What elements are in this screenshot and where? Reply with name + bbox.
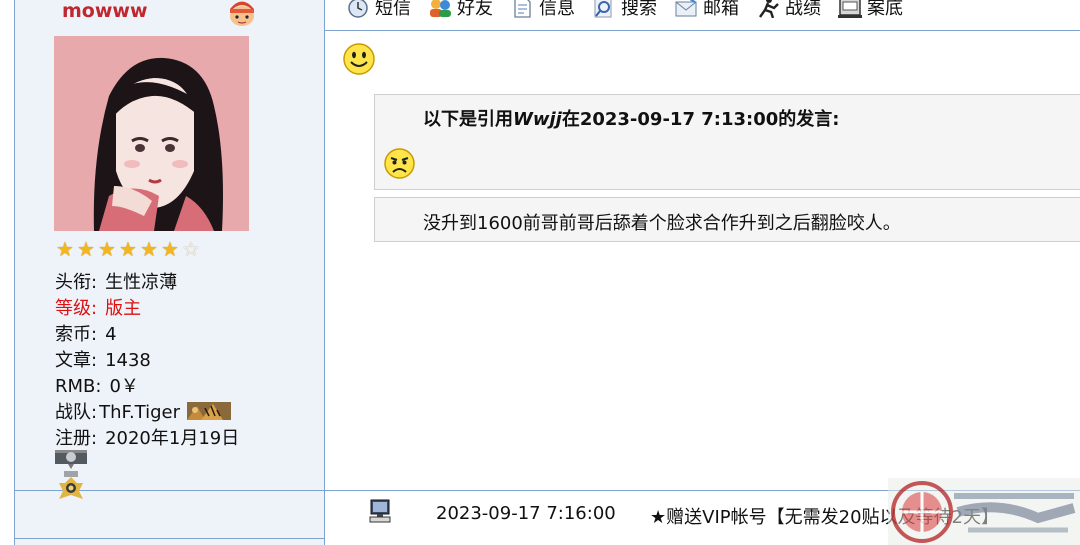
user-rank-stars: ★ ★ ★ ★ ★ ★ ☆ — [55, 239, 201, 259]
toolbar-friends-button[interactable]: 好友 — [427, 0, 493, 20]
record-icon — [759, 0, 779, 18]
search-icon — [594, 0, 612, 18]
user-rmb-row: RMB: 0￥ — [55, 376, 139, 397]
friends-icon — [430, 0, 451, 17]
toolbar-mail-button[interactable]: 邮箱 — [673, 0, 739, 20]
online-status-icon — [230, 1, 254, 26]
user-team-row: 战队: ThF.Tiger — [55, 398, 231, 424]
table-border-left — [14, 0, 15, 545]
toolbar-message-button[interactable]: 短信 — [345, 0, 411, 20]
info-icon — [514, 0, 531, 18]
table-border-middle — [324, 0, 325, 545]
star-filled-icon: ★ — [98, 237, 116, 261]
mail-icon — [675, 0, 697, 17]
star-filled-icon: ★ — [56, 237, 74, 261]
team-tiger-icon — [186, 402, 231, 420]
user-level-row: 等级: 版主 — [55, 298, 142, 319]
post-content-text: 没升到1600前哥前哥后舔着个脸求合作升到之后翻脸咬人。 — [423, 213, 901, 234]
user-title-row: 头衔: 生性凉薄 — [55, 272, 178, 293]
site-watermark-logo — [888, 478, 1080, 545]
user-avatar[interactable] — [54, 36, 249, 231]
star-filled-icon: ★ — [140, 237, 158, 261]
star-filled-icon: ★ — [119, 237, 137, 261]
star-filled-icon: ★ — [161, 237, 179, 261]
table-border-bottom — [14, 538, 325, 539]
post-toolbar: 短信 好友 信息 搜索 邮箱 战绩 案底 — [345, 0, 903, 20]
message-icon — [348, 0, 368, 18]
case-icon — [838, 0, 862, 18]
quote-block: 以下是引用Wwjj在2023-09-17 7:13:00的发言: — [374, 94, 1080, 190]
team-link[interactable]: ThF.Tiger — [99, 402, 180, 423]
toolbar-search-button[interactable]: 搜索 — [591, 0, 657, 20]
post-timestamp: 2023-09-17 7:16:00 — [436, 503, 616, 524]
smile-emoticon-icon — [343, 43, 375, 75]
toolbar-record-button[interactable]: 战绩 — [755, 0, 821, 20]
user-posts-row: 文章: 1438 — [55, 350, 151, 371]
quote-header: 以下是引用Wwjj在2023-09-17 7:13:00的发言: — [423, 109, 840, 130]
toolbar-divider — [325, 30, 1080, 31]
avatar-girl-illustration — [54, 36, 249, 231]
toolbar-case-button[interactable]: 案底 — [837, 0, 903, 20]
username-link[interactable]: mowww — [62, 0, 148, 22]
star-empty-icon: ☆ — [182, 237, 200, 261]
star-filled-icon: ★ — [77, 237, 95, 261]
user-coins-row: 索币: 4 — [55, 324, 117, 345]
medal-cross-icon — [59, 471, 83, 499]
post-content-block: 没升到1600前哥前哥后舔着个脸求合作升到之后翻脸咬人。 — [374, 197, 1080, 242]
computer-ip-icon[interactable] — [368, 498, 392, 524]
quote-author[interactable]: Wwjj — [513, 109, 562, 130]
toolbar-info-button[interactable]: 信息 — [509, 0, 575, 20]
medal-bar-icon — [55, 450, 87, 469]
sad-emoticon-icon — [384, 148, 415, 179]
